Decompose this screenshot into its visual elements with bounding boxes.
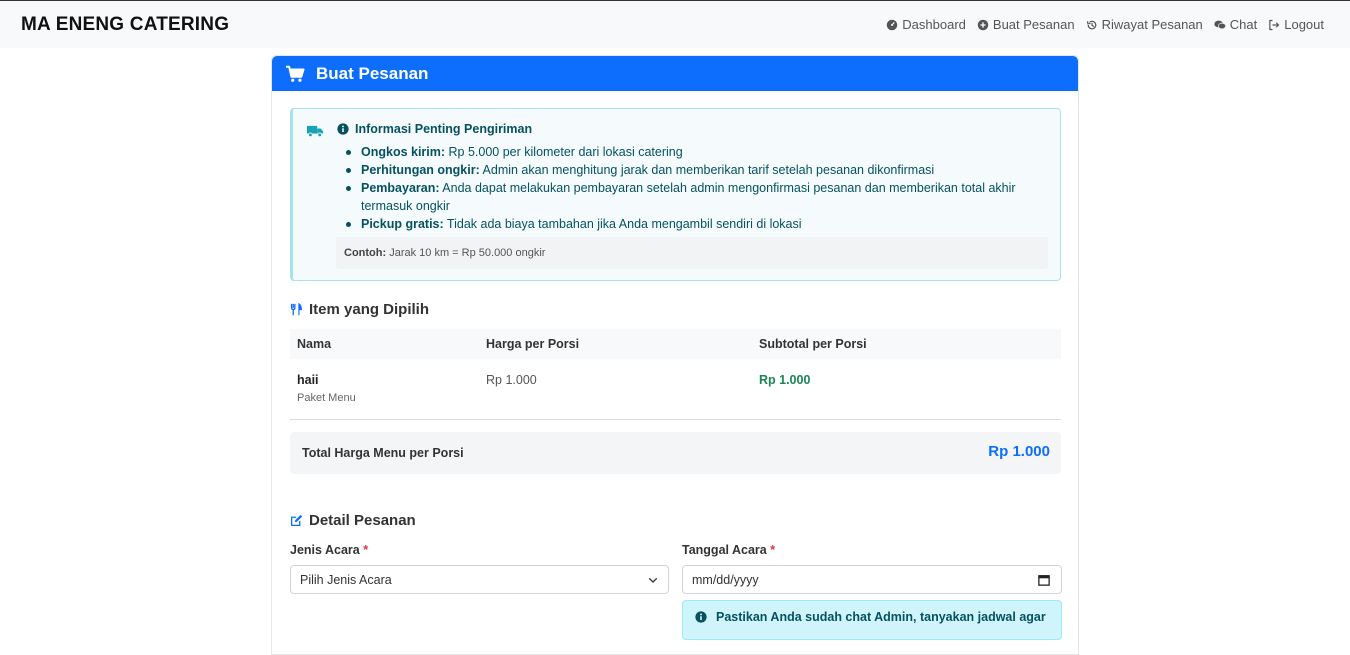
nav-chat[interactable]: Chat — [1214, 17, 1257, 32]
info-list: Ongkos kirim: Rp 5.000 per kilometer dar… — [346, 143, 1046, 233]
brand-title[interactable]: MA ENENG CATERING — [21, 14, 229, 36]
info-item-text: Rp 5.000 per kilometer dari lokasi cater… — [445, 145, 683, 159]
info-item-label: Pickup gratis: — [361, 217, 444, 231]
plus-circle-icon — [977, 19, 989, 30]
info-icon — [337, 123, 349, 135]
example-text: Jarak 10 km = Rp 50.000 ongkir — [386, 247, 546, 259]
event-type-label: Jenis Acara * — [290, 543, 368, 557]
total-value: Rp 1.000 — [988, 443, 1050, 460]
total-label: Total Harga Menu per Porsi — [302, 446, 464, 460]
order-card: Buat Pesanan Informasi Penting Pengirima… — [271, 55, 1079, 655]
item-subtotal: Rp 1.000 — [759, 373, 811, 387]
table-row: haii Paket Menu Rp 1.000 Rp 1.000 — [290, 359, 1061, 420]
header-price: Harga per Porsi — [486, 337, 580, 351]
edit-icon — [290, 514, 303, 527]
event-date-input[interactable]: mm/dd/yyyy — [682, 565, 1062, 594]
info-item-label: Pembayaran: — [361, 181, 440, 195]
item-price: Rp 1.000 — [486, 373, 537, 387]
info-item-text: Admin akan menghitung jarak dan memberik… — [479, 163, 935, 177]
items-section-title-text: Item yang Dipilih — [309, 301, 430, 318]
info-title-text: Informasi Penting Pengiriman — [355, 122, 533, 136]
schedule-alert-text: Pastikan Anda sudah chat Admin, tanyakan… — [716, 610, 1046, 624]
utensils-icon — [290, 303, 302, 316]
event-date-placeholder: mm/dd/yyyy — [692, 573, 759, 587]
event-type-label-text: Jenis Acara — [290, 543, 360, 557]
table-header: Nama Harga per Porsi Subtotal per Porsi — [290, 329, 1061, 359]
info-item-label: Perhitungan ongkir: — [361, 163, 480, 177]
items-table: Nama Harga per Porsi Subtotal per Porsi … — [290, 329, 1061, 420]
gauge-icon — [887, 19, 898, 30]
nav-dashboard[interactable]: Dashboard — [886, 17, 966, 32]
card-header: Buat Pesanan — [272, 56, 1078, 91]
item-name: haii — [297, 373, 319, 387]
item-type: Paket Menu — [297, 392, 356, 404]
history-icon — [1086, 20, 1096, 29]
nav-dashboard-label: Dashboard — [902, 17, 966, 32]
info-title: Informasi Penting Pengiriman — [337, 122, 532, 136]
info-item-text: Tidak ada biaya tambahan jika Anda menga… — [443, 217, 802, 231]
items-section-title: Item yang Dipilih — [290, 301, 429, 318]
list-item: Pembayaran: Anda dapat melakukan pembaya… — [346, 179, 1046, 215]
list-item: Perhitungan ongkir: Admin akan menghitun… — [346, 161, 1046, 179]
header-subtotal: Subtotal per Porsi — [759, 337, 867, 351]
list-item: Ongkos kirim: Rp 5.000 per kilometer dar… — [346, 143, 1046, 161]
detail-section-title: Detail Pesanan — [290, 512, 416, 529]
page-title: Buat Pesanan — [316, 63, 429, 83]
nav-buat-pesanan-label: Buat Pesanan — [992, 17, 1075, 32]
event-type-value: Pilih Jenis Acara — [300, 573, 392, 587]
nav-chat-label: Chat — [1229, 17, 1258, 32]
event-type-select[interactable]: Pilih Jenis Acara — [290, 565, 669, 594]
chevron-down-icon — [648, 577, 658, 584]
event-date-label-text: Tanggal Acara — [682, 543, 767, 557]
cart-icon — [286, 65, 305, 82]
truck-icon — [307, 125, 324, 138]
nav-buat-pesanan[interactable]: Buat Pesanan — [977, 17, 1075, 32]
shipping-info-box: Informasi Penting Pengiriman Ongkos kiri… — [290, 108, 1061, 281]
nav-logout[interactable]: Logout — [1268, 17, 1324, 32]
calendar-icon[interactable] — [1038, 574, 1050, 586]
schedule-alert: Pastikan Anda sudah chat Admin, tanyakan… — [682, 600, 1062, 640]
event-date-label: Tanggal Acara * — [682, 543, 775, 557]
required-mark: * — [363, 543, 369, 557]
total-box: Total Harga Menu per Porsi Rp 1.000 — [290, 432, 1061, 474]
nav-logout-label: Logout — [1284, 17, 1324, 32]
info-item-text: Anda dapat melakukan pembayaran setelah … — [361, 181, 1016, 213]
logout-icon — [1269, 19, 1280, 30]
navbar: MA ENENG CATERING Dashboard Buat Pesanan… — [0, 0, 1350, 48]
nav-riwayat-label: Riwayat Pesanan — [1101, 17, 1203, 32]
example-note: Contoh: Jarak 10 km = Rp 50.000 ongkir — [336, 237, 1048, 269]
detail-section-title-text: Detail Pesanan — [309, 512, 416, 529]
info-icon — [695, 611, 707, 623]
example-label: Contoh: — [344, 247, 387, 259]
nav-riwayat-pesanan[interactable]: Riwayat Pesanan — [1086, 17, 1203, 32]
list-item: Pickup gratis: Tidak ada biaya tambahan … — [346, 215, 1046, 233]
header-name: Nama — [297, 337, 332, 351]
nav-menu: Dashboard Buat Pesanan Riwayat Pesanan C… — [886, 17, 1324, 32]
required-mark: * — [770, 543, 776, 557]
info-item-label: Ongkos kirim: — [361, 145, 446, 159]
chat-icon — [1214, 20, 1226, 29]
